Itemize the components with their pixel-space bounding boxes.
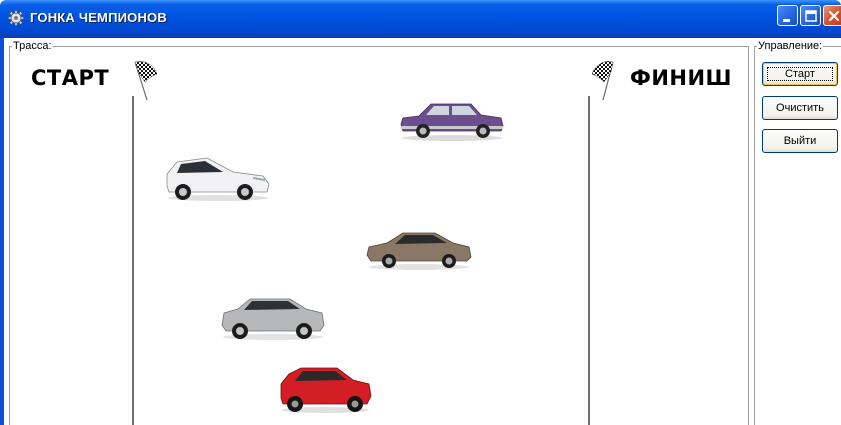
gear-icon [8,10,24,26]
track-legend: Трасса: [12,40,53,52]
close-button[interactable] [823,5,841,26]
start-button[interactable]: Старт [762,62,838,86]
focus-rect [767,67,833,81]
checkered-flag-icon [134,61,158,100]
car-bronze-sedan [366,232,472,270]
checkered-flag-icon [591,61,614,100]
finish-label: ФИНИШ [630,66,732,90]
controls-legend: Управление: [757,40,824,52]
maximize-icon [805,10,817,22]
exit-button[interactable]: Выйти [762,129,838,153]
car-silver-suv [221,298,325,340]
window-title: ГОНКА ЧЕМПИОНОВ [30,10,167,25]
maximize-button[interactable] [800,5,821,26]
exit-button-label: Выйти [783,135,817,147]
minimize-button[interactable] [777,5,798,26]
finish-line [588,96,590,425]
clear-button-label: Очистить [776,102,824,114]
car-red-compact [280,367,372,413]
clear-button[interactable]: Очистить [762,96,838,120]
close-icon [828,10,840,22]
minimize-icon [783,19,790,22]
car-white-hatchback [166,157,270,201]
start-label: СТАРТ [31,66,110,90]
start-line [132,96,134,425]
car-purple-sedan [400,103,504,141]
title-bar[interactable]: ГОНКА ЧЕМПИОНОВ [0,0,841,38]
